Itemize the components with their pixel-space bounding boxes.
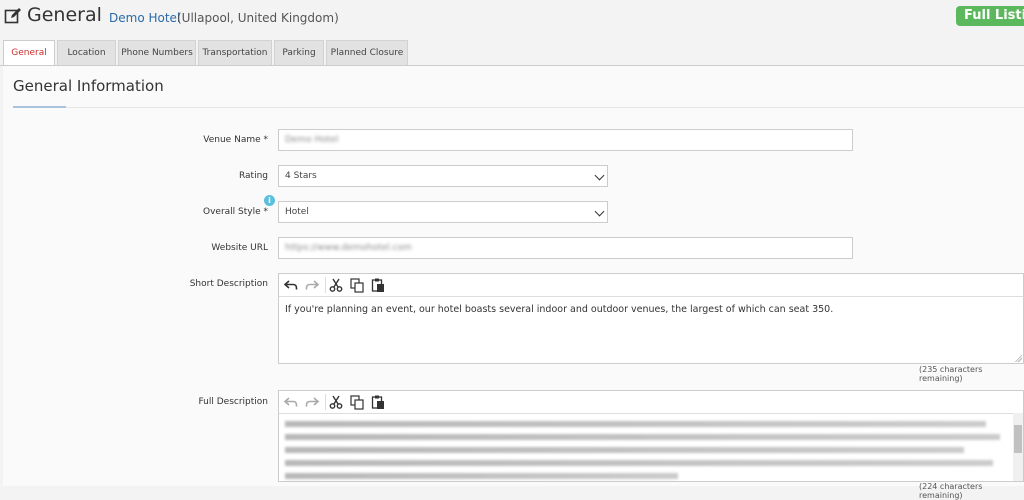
tab-bar: General Location Phone Numbers Transport… <box>3 40 1024 66</box>
copy-icon[interactable] <box>349 394 365 410</box>
short-description-editor[interactable]: If you're planning an event, our hotel b… <box>278 273 1024 364</box>
overall-style-label: Overall Style * <box>203 207 268 217</box>
page-header: General Demo Hotel (Ullapool, United Kin… <box>0 0 1024 40</box>
cut-icon[interactable] <box>328 394 344 410</box>
page-title: General <box>27 4 102 26</box>
rating-select[interactable]: 4 Stars <box>278 165 608 187</box>
overall-style-select[interactable]: Hotel <box>278 201 608 223</box>
rating-label: Rating <box>238 171 268 181</box>
hotel-link[interactable]: Demo Hotel <box>109 11 180 25</box>
edit-icon <box>4 8 21 24</box>
scrollbar[interactable] <box>1013 413 1023 481</box>
chevron-down-icon <box>594 170 605 181</box>
editor-toolbar <box>279 391 1023 414</box>
venue-name-label: Venue Name * <box>203 135 268 145</box>
rating-value: 4 Stars <box>285 171 317 181</box>
full-description-remaining: (224 characters remaining) <box>919 482 983 500</box>
chevron-down-icon <box>594 206 605 217</box>
overall-style-value: Hotel <box>285 207 309 217</box>
short-description-text: If you're planning an event, our hotel b… <box>285 304 834 315</box>
website-url-value: https://www.demohotel.com <box>285 243 412 253</box>
hotel-location: (Ullapool, United Kingdom) <box>177 11 339 25</box>
tab-transportation[interactable]: Transportation <box>198 40 272 66</box>
section-title: General Information <box>13 77 164 95</box>
resize-handle[interactable] <box>1015 355 1022 362</box>
full-description-label: Full Description <box>198 397 268 407</box>
editor-toolbar <box>279 274 1023 297</box>
section-divider <box>13 107 1024 108</box>
tab-phone-numbers[interactable]: Phone Numbers <box>118 40 196 66</box>
website-url-label: Website URL <box>211 243 268 253</box>
toolbar-separator <box>325 277 326 293</box>
undo-icon[interactable] <box>283 277 299 293</box>
venue-name-value: Demo Hotel <box>285 135 339 145</box>
full-listing-button[interactable]: Full Listing <box>956 6 1024 26</box>
short-description-remaining: (235 characters remaining) <box>919 365 983 383</box>
section-accent <box>13 106 66 108</box>
cut-icon[interactable] <box>328 277 344 293</box>
website-url-input[interactable]: https://www.demohotel.com <box>278 237 853 259</box>
undo-icon[interactable] <box>283 394 299 410</box>
redo-icon[interactable] <box>304 394 320 410</box>
redo-icon[interactable] <box>304 277 320 293</box>
full-description-editor[interactable] <box>278 390 1024 482</box>
copy-icon[interactable] <box>349 277 365 293</box>
tab-location[interactable]: Location <box>57 40 116 66</box>
short-description-label: Short Description <box>189 279 268 289</box>
full-description-text <box>285 421 1000 486</box>
paste-icon[interactable] <box>370 394 386 410</box>
venue-name-input[interactable]: Demo Hotel <box>278 129 853 151</box>
toolbar-separator <box>325 394 326 410</box>
tab-planned-closure[interactable]: Planned Closure <box>326 40 408 66</box>
info-icon[interactable]: i <box>264 195 275 206</box>
tab-general[interactable]: General <box>3 40 55 66</box>
tab-parking[interactable]: Parking <box>274 40 324 66</box>
paste-icon[interactable] <box>370 277 386 293</box>
scrollbar-thumb[interactable] <box>1014 425 1022 453</box>
